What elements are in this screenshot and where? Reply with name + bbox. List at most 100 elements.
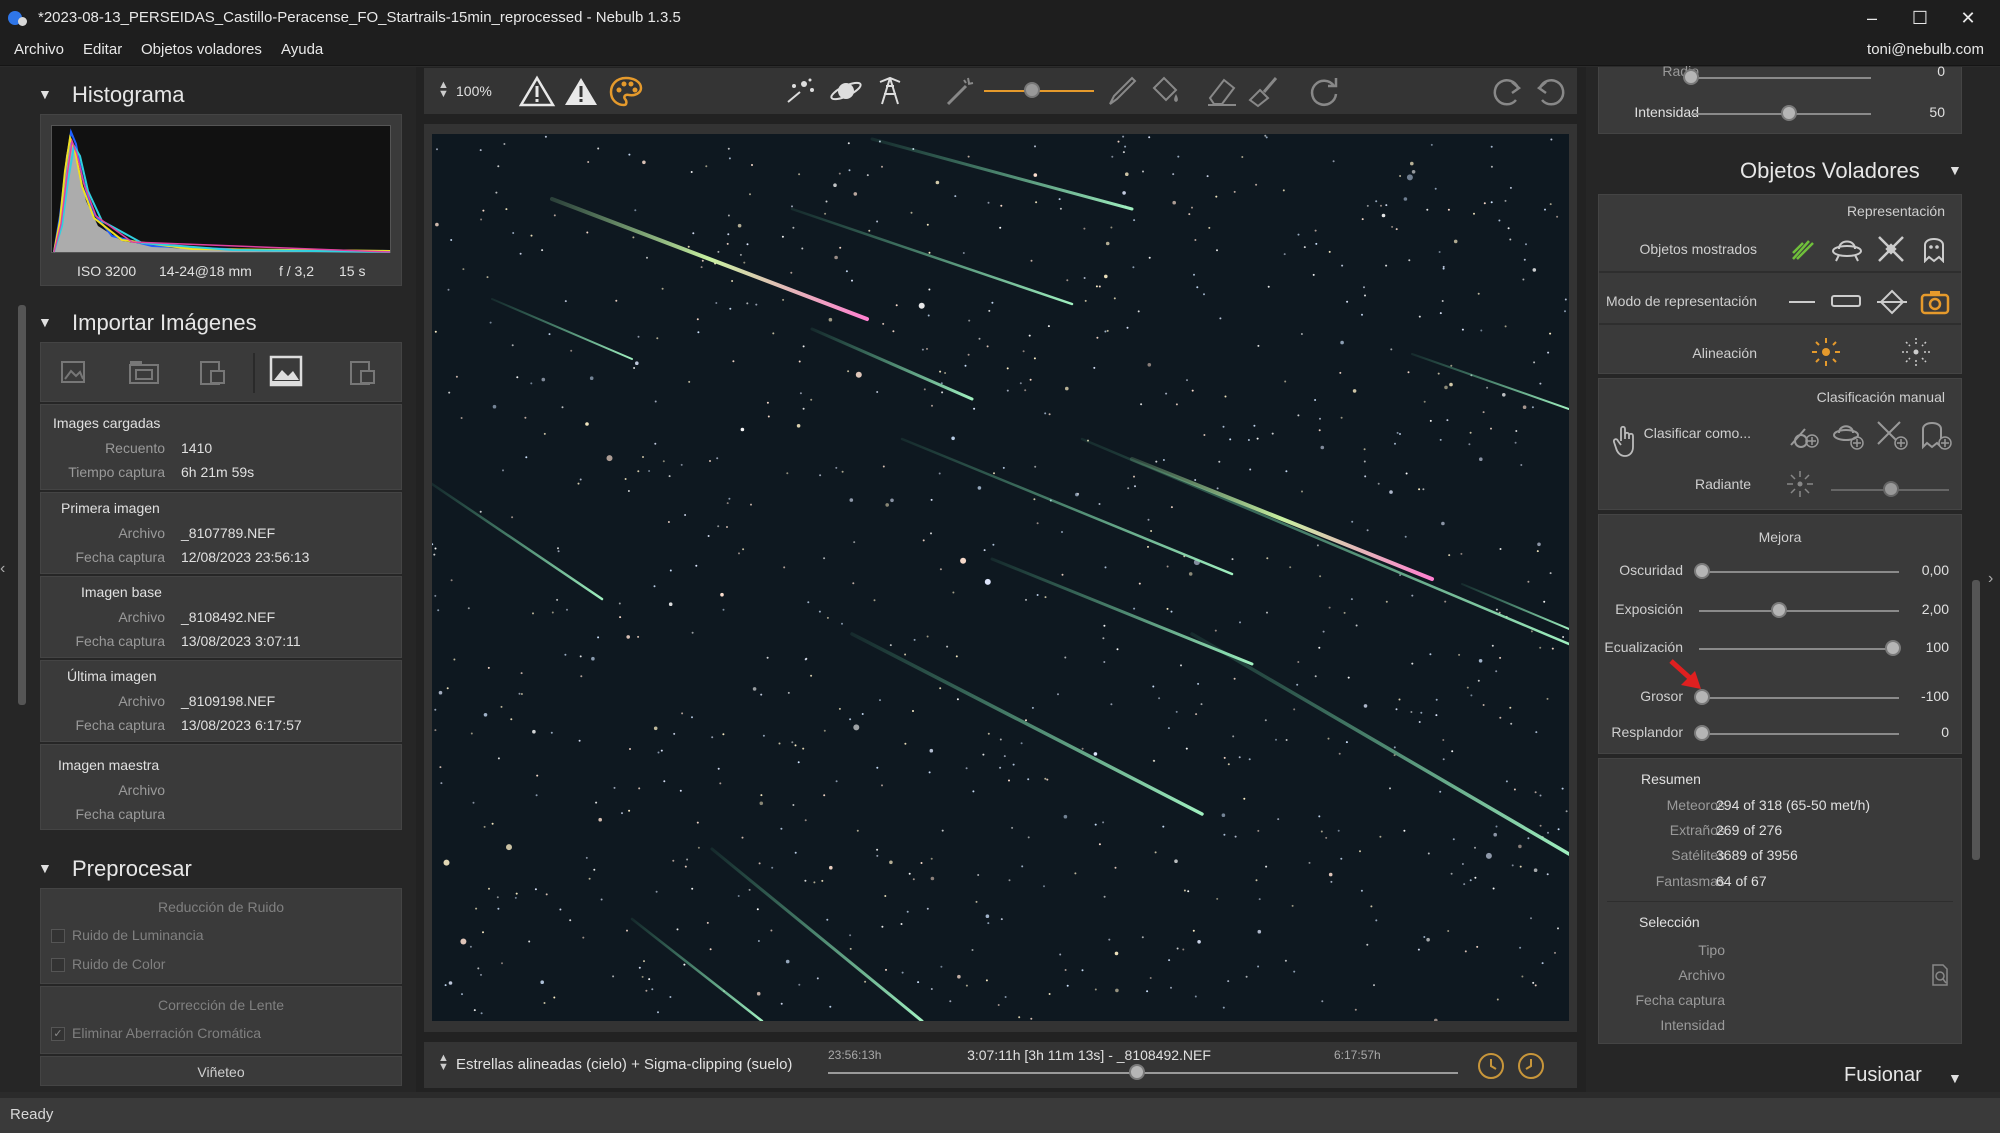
flying-objects-collapse-icon[interactable]: ▼ <box>1948 162 1962 178</box>
intensity-knob[interactable] <box>1781 105 1797 121</box>
mode-stepper-icon[interactable]: ▲ ▼ <box>438 1053 449 1073</box>
histogram-exposure: 15 s <box>339 263 366 279</box>
user-account[interactable]: toni@nebulb.com <box>1867 41 1984 58</box>
glow-slider[interactable] <box>1699 733 1899 735</box>
thickness-knob[interactable] <box>1694 689 1710 705</box>
menu-editar[interactable]: Editar <box>83 41 122 58</box>
lens-correction-title: Corrección de Lente <box>157 997 285 1013</box>
tower-icon[interactable] <box>874 74 906 108</box>
line-mode-icon[interactable] <box>1789 301 1815 303</box>
zoom-level[interactable]: 100% <box>456 83 492 99</box>
manual-classification-title: Clasificación manual <box>1816 389 1945 405</box>
classify-satellite-icon[interactable] <box>1875 419 1909 451</box>
warning-outline-icon[interactable] <box>518 74 556 108</box>
chromatic-checkbox[interactable]: ✓ <box>51 1027 65 1041</box>
radius-knob[interactable] <box>1683 69 1699 85</box>
classify-meteor-icon[interactable] <box>1787 419 1821 451</box>
broom-icon[interactable] <box>1246 74 1282 108</box>
menu-archivo[interactable]: Archivo <box>14 41 64 58</box>
ghost-shown-icon[interactable] <box>1919 233 1949 263</box>
collapse-left-icon[interactable]: ‹ <box>0 560 5 578</box>
color-noise-checkbox[interactable] <box>51 958 65 972</box>
refresh-icon[interactable] <box>1306 74 1342 108</box>
equalization-value: 100 <box>1925 639 1949 655</box>
diamond-mode-icon[interactable] <box>1877 287 1907 317</box>
darkness-slider[interactable] <box>1699 571 1899 573</box>
last-image-title: Última imagen <box>67 668 157 684</box>
glow-knob[interactable] <box>1694 725 1710 741</box>
vignette-group[interactable]: Viñeteo <box>40 1056 402 1086</box>
classify-ghost-icon[interactable] <box>1919 419 1953 451</box>
shown-objects-label: Objetos mostrados <box>1639 241 1758 257</box>
clock-back-icon[interactable] <box>1474 1050 1508 1082</box>
eraser-icon[interactable] <box>1204 74 1240 108</box>
representation-mode-label: Modo de representación <box>1606 293 1757 309</box>
warning-filled-icon[interactable] <box>562 74 600 108</box>
equalization-knob[interactable] <box>1885 640 1901 656</box>
minimize-button[interactable]: – <box>1852 4 1892 32</box>
zoom-stepper-icon[interactable]: ▲ ▼ <box>438 80 449 100</box>
menu-bar: Archivo Editar Objetos voladores Ayuda t… <box>0 36 2000 66</box>
base-image-title: Imagen base <box>81 584 162 600</box>
close-button[interactable]: ✕ <box>1948 4 1988 32</box>
magic-wand-icon[interactable] <box>942 74 978 108</box>
radius-slider[interactable] <box>1691 77 1871 79</box>
thickness-value: -100 <box>1920 688 1949 704</box>
clock-forward-icon[interactable] <box>1514 1050 1548 1082</box>
classify-ufo-icon[interactable] <box>1831 419 1865 451</box>
left-scrollbar[interactable] <box>18 305 26 705</box>
exposure-knob[interactable] <box>1771 602 1787 618</box>
radiant-knob[interactable] <box>1883 481 1899 497</box>
merge-collapse-icon[interactable]: ▼ <box>1948 1070 1962 1086</box>
last-file-value: _8109198.NEF <box>181 693 276 709</box>
menu-objetos-voladores[interactable]: Objetos voladores <box>141 41 262 58</box>
ghosts-value: 64 of 67 <box>1716 873 1767 889</box>
import-folder-icon[interactable] <box>127 357 161 387</box>
luminance-checkbox[interactable] <box>51 929 65 943</box>
timeline-knob[interactable] <box>1128 1064 1145 1080</box>
palette-icon[interactable] <box>608 74 644 108</box>
brush-size-knob[interactable] <box>1024 82 1040 98</box>
hand-pointer-icon[interactable] <box>1611 423 1641 459</box>
right-scrollbar[interactable] <box>1972 580 1980 860</box>
import-images-icon[interactable] <box>59 357 89 387</box>
import-master-icon[interactable] <box>347 357 377 387</box>
search-file-icon[interactable] <box>1929 963 1951 987</box>
ufo-shown-icon[interactable] <box>1831 233 1863 263</box>
base-image-icon[interactable] <box>269 355 303 387</box>
histogram-collapse-icon[interactable]: ▼ <box>38 86 52 102</box>
collapse-right-icon[interactable]: › <box>1988 570 1993 588</box>
radiant-icon[interactable] <box>1785 469 1815 499</box>
satellite-shown-icon[interactable] <box>1875 233 1907 263</box>
import-toolbar <box>40 342 402 402</box>
satellites-value: 3689 of 3956 <box>1716 847 1798 863</box>
toolbar-divider <box>253 353 255 393</box>
thickness-slider[interactable] <box>1699 697 1899 699</box>
planet-icon[interactable] <box>828 74 864 108</box>
exposure-slider[interactable] <box>1699 610 1899 612</box>
align-radiant-icon[interactable] <box>1899 335 1933 369</box>
maximize-button[interactable]: ☐ <box>1900 4 1940 32</box>
histogram-aperture: f / 3,2 <box>279 263 315 279</box>
meteor-shown-icon[interactable] <box>1787 233 1817 263</box>
import-clipboard-icon[interactable] <box>197 357 227 387</box>
meteors-value: 294 of 318 (65-50 met/h) <box>1716 797 1871 813</box>
fill-bucket-icon[interactable] <box>1146 74 1182 108</box>
undo-icon[interactable] <box>1532 74 1568 108</box>
image-toolbar: ▲ ▼ 100% <box>424 68 1577 114</box>
intensity-label: Intensidad <box>1634 104 1699 120</box>
camera-mode-icon[interactable] <box>1919 287 1951 317</box>
startrails-image[interactable] <box>432 134 1569 1021</box>
import-collapse-icon[interactable]: ▼ <box>38 314 52 330</box>
lens-settings-group: Radio 0 Intensidad 50 <box>1598 63 1962 134</box>
align-stars-icon[interactable] <box>1809 335 1843 369</box>
darkness-knob[interactable] <box>1694 563 1710 579</box>
brush-icon[interactable] <box>1104 74 1138 108</box>
stars-icon[interactable] <box>782 74 818 108</box>
equalization-slider[interactable] <box>1699 648 1899 650</box>
stacking-mode[interactable]: Estrellas alineadas (cielo) + Sigma-clip… <box>456 1056 792 1073</box>
preprocess-collapse-icon[interactable]: ▼ <box>38 860 52 876</box>
box-mode-icon[interactable] <box>1831 295 1861 307</box>
menu-ayuda[interactable]: Ayuda <box>281 41 323 58</box>
redo-icon[interactable] <box>1490 74 1526 108</box>
